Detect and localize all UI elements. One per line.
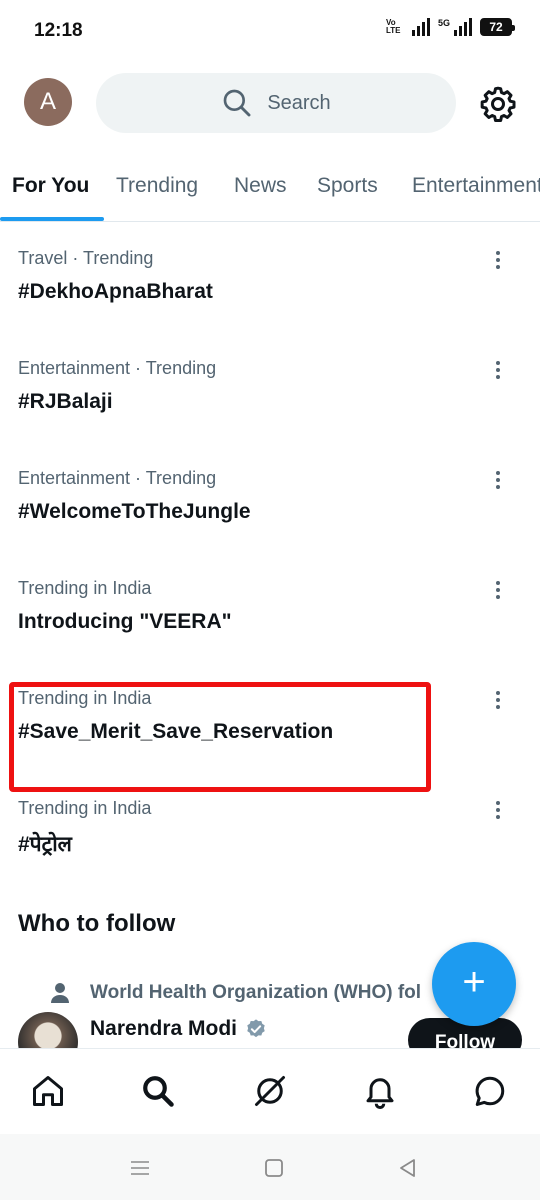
highlight-annotation-box — [9, 682, 431, 792]
tab-for-you[interactable]: For You — [12, 174, 89, 198]
trend-title: #RJBalaji — [18, 390, 113, 413]
home-icon[interactable] — [30, 1073, 66, 1109]
home-square-icon[interactable] — [262, 1156, 286, 1180]
battery-icon: 72 — [480, 18, 515, 36]
trend-item[interactable]: Trending in India #पेट्रोल — [0, 798, 540, 908]
active-tab-indicator — [0, 217, 104, 221]
message-icon[interactable] — [472, 1073, 508, 1109]
trend-title: Introducing "VEERA" — [18, 610, 232, 633]
trend-item[interactable]: Entertainment · Trending #RJBalaji — [0, 358, 540, 468]
system-navigation-bar — [0, 1134, 540, 1200]
profile-avatar[interactable]: A — [24, 78, 72, 126]
tab-news[interactable]: News — [234, 174, 287, 198]
search-icon — [223, 89, 251, 117]
signal-icon — [411, 18, 430, 36]
more-options-icon[interactable] — [486, 466, 510, 494]
status-bar: 12:18 Vo LTE 5G 72 — [0, 0, 540, 64]
verified-badge-icon — [247, 1019, 265, 1038]
status-icons: Vo LTE 5G 72 — [385, 18, 515, 36]
volte-indicator: Vo LTE — [385, 18, 401, 35]
trend-meta: Trending in India — [18, 798, 152, 818]
bell-icon[interactable] — [362, 1073, 398, 1109]
trend-meta: Entertainment · Trending — [18, 468, 217, 488]
followed-by-row: World Health Organization (WHO) fol — [50, 982, 421, 1004]
suggestion-name: Narendra Modi — [90, 1017, 238, 1040]
compose-fab-button[interactable]: + — [432, 942, 516, 1026]
tab-trending[interactable]: Trending — [116, 174, 198, 198]
more-options-icon[interactable] — [486, 796, 510, 824]
trend-title: #पेट्रोल — [18, 833, 72, 856]
settings-gear-icon[interactable] — [478, 84, 518, 124]
status-time: 12:18 — [34, 20, 83, 41]
battery-level: 72 — [489, 20, 503, 34]
more-options-icon[interactable] — [486, 356, 510, 384]
more-options-icon[interactable] — [486, 686, 510, 714]
more-options-icon[interactable] — [486, 246, 510, 274]
avatar-letter: A — [39, 88, 56, 115]
back-icon[interactable] — [396, 1156, 420, 1180]
signal-icon-2 — [454, 18, 472, 36]
grok-icon[interactable] — [252, 1073, 288, 1109]
search-input[interactable]: Search — [96, 73, 456, 133]
trend-item[interactable]: Entertainment · Trending #WelcomeToTheJu… — [0, 468, 540, 578]
trend-meta: Travel · Trending — [18, 248, 154, 268]
trend-title: #DekhoApnaBharat — [18, 280, 213, 303]
explore-tabs: For You Trending News Sports Entertainme… — [0, 150, 540, 222]
plus-icon: + — [462, 960, 486, 1004]
tab-sports[interactable]: Sports — [317, 174, 378, 198]
network-type: 5G — [437, 18, 450, 28]
trend-title: #WelcomeToTheJungle — [18, 500, 251, 523]
trend-item[interactable]: Travel · Trending #DekhoApnaBharat — [0, 248, 540, 358]
search-placeholder: Search — [267, 91, 331, 114]
recents-icon[interactable] — [128, 1156, 152, 1180]
suggestion-name-row: Narendra Modi — [90, 1017, 267, 1041]
who-to-follow-heading: Who to follow — [18, 910, 176, 937]
more-options-icon[interactable] — [486, 576, 510, 604]
bottom-navigation — [0, 1048, 540, 1134]
tab-entertainment[interactable]: Entertainment — [412, 174, 540, 198]
trend-item[interactable]: Trending in India Introducing "VEERA" — [0, 578, 540, 688]
trend-meta: Trending in India — [18, 578, 152, 598]
person-icon — [51, 983, 69, 1003]
followed-by-text: World Health Organization (WHO) fol — [90, 982, 422, 1003]
search-icon[interactable] — [140, 1073, 176, 1109]
trend-meta: Entertainment · Trending — [18, 358, 217, 378]
